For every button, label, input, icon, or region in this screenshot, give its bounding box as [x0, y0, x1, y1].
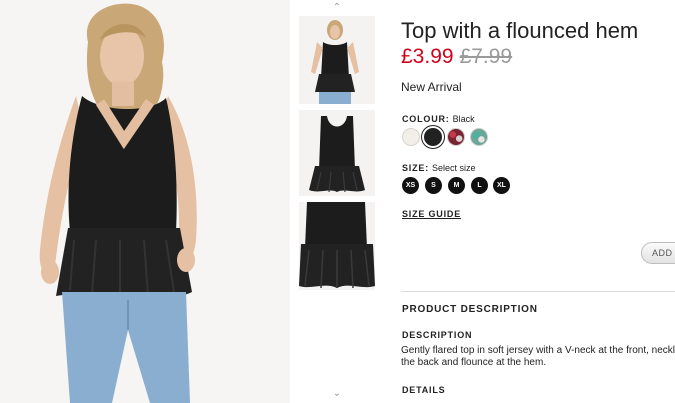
swatch-black[interactable] [424, 128, 442, 146]
price-block: £3.99 £7.99 [401, 45, 512, 69]
thumbnail-gallery: ⌃ ⌄ [296, 0, 378, 403]
thumbnail-product-front[interactable] [299, 110, 375, 196]
thumbnail-model[interactable] [299, 16, 375, 104]
size-option-xl[interactable]: XL [493, 177, 510, 194]
size-label-row: SIZE: Select size [402, 163, 476, 173]
model-photo [0, 0, 290, 403]
thumbnail-product-detail[interactable] [299, 202, 375, 290]
swatch-off-white[interactable] [402, 128, 420, 146]
original-price: £7.99 [459, 45, 513, 68]
chevron-up-icon[interactable]: ⌃ [329, 3, 345, 13]
description-heading: DESCRIPTION [402, 330, 473, 340]
size-option-xs[interactable]: XS [402, 177, 419, 194]
product-title: Top with a flounced hem [401, 18, 639, 43]
swatch-green-pattern[interactable] [470, 128, 488, 146]
swatch-burgundy-pattern[interactable] [447, 128, 465, 146]
size-option-s[interactable]: S [425, 177, 442, 194]
colour-label-row: COLOUR: Black [402, 114, 475, 124]
size-option-m[interactable]: M [448, 177, 465, 194]
sale-price: £3.99 [401, 45, 454, 68]
main-product-image[interactable] [0, 0, 290, 403]
size-option-l[interactable]: L [471, 177, 488, 194]
colour-label: COLOUR: [402, 114, 450, 124]
new-arrival-badge: New Arrival [401, 80, 462, 94]
product-description-heading: PRODUCT DESCRIPTION [402, 304, 538, 315]
details-heading[interactable]: DETAILS [402, 385, 445, 395]
description-text: Gently flared top in soft jersey with a … [401, 345, 675, 368]
chevron-down-icon[interactable]: ⌄ [329, 389, 345, 399]
product-info-panel: Top with a flounced hem £3.99 £7.99 New A… [401, 0, 675, 403]
size-label: SIZE: [402, 163, 430, 173]
add-to-bag-button[interactable]: ADD T [641, 242, 675, 264]
colour-selected: Black [452, 114, 475, 124]
size-placeholder: Select size [432, 163, 476, 173]
size-guide-link[interactable]: SIZE GUIDE [402, 209, 461, 219]
section-divider [401, 291, 675, 292]
